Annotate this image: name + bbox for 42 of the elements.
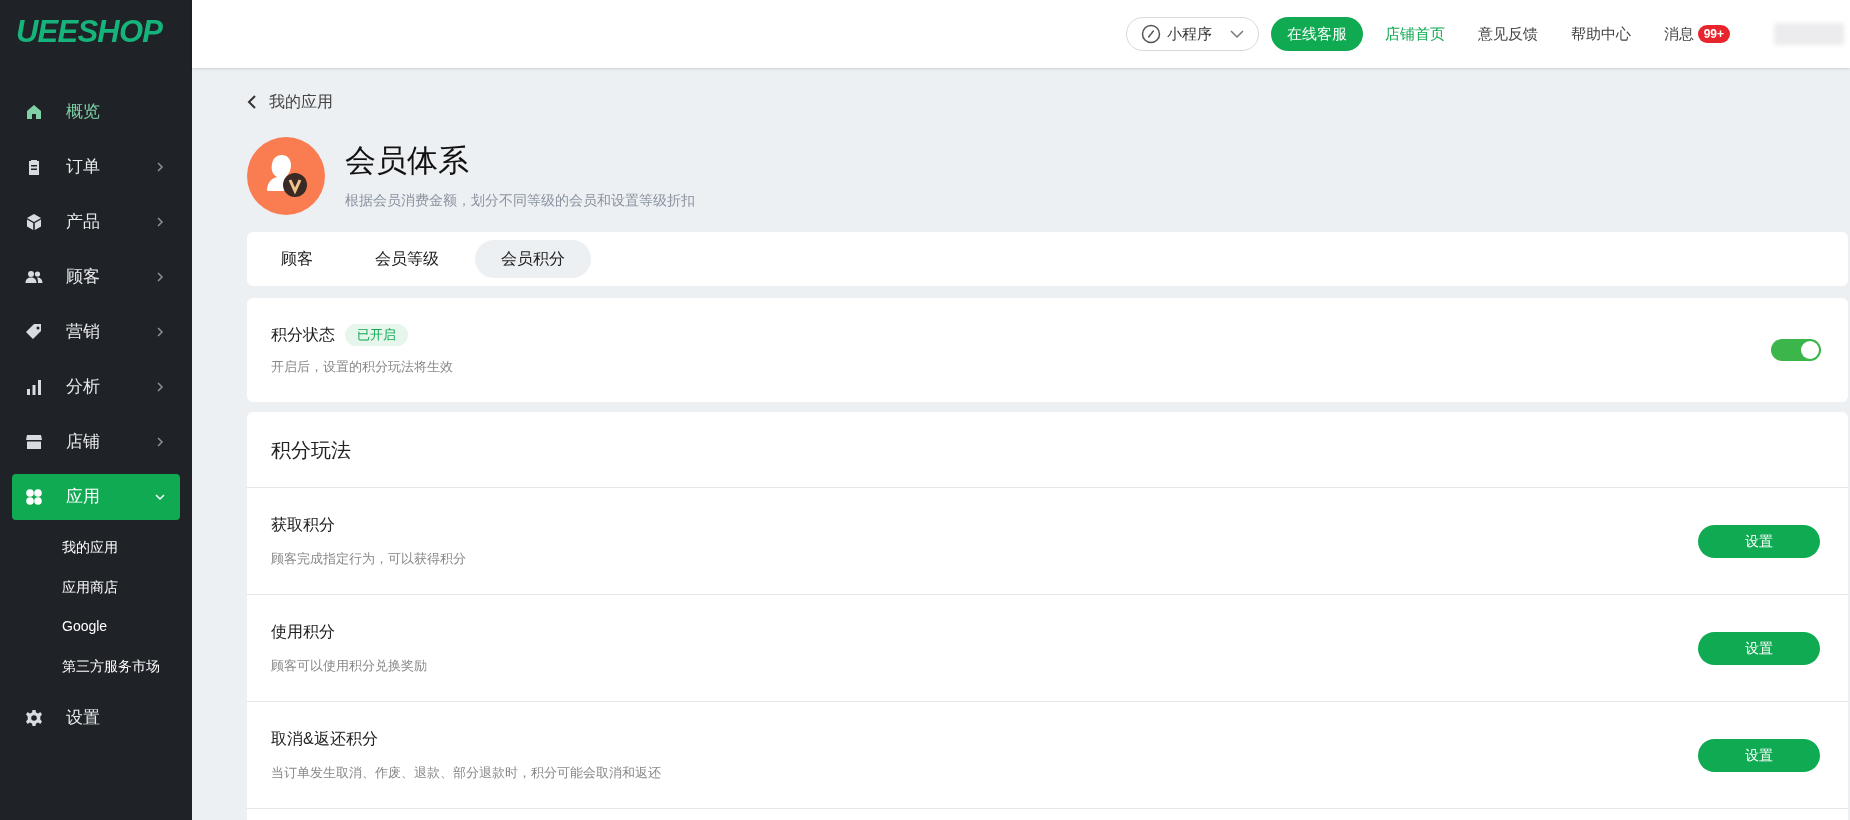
sidebar-subitem[interactable]: Google	[62, 607, 192, 647]
status-badge: 已开启	[345, 324, 408, 347]
sidebar-item[interactable]: 订单	[12, 143, 180, 190]
sidebar-item[interactable]: 概览	[12, 88, 180, 135]
rule-title: 取消&返还积分	[271, 729, 379, 750]
messages-link[interactable]: 消息	[1663, 22, 1694, 46]
top-link[interactable]: 帮助中心	[1570, 22, 1631, 46]
apps-icon	[24, 486, 44, 507]
logo[interactable]: UEESHOP	[16, 8, 163, 56]
sidebar-subitem[interactable]: 应用商店	[62, 567, 192, 607]
status-title: 积分状态	[271, 325, 335, 346]
page-subtitle: 根据会员消费金额，划分不同等级的会员和设置等级折扣	[345, 190, 695, 210]
sidebar-item[interactable]: 营销	[12, 308, 180, 355]
sidebar-subitem[interactable]: 第三方服务市场	[62, 646, 192, 686]
caret-icon	[1229, 29, 1244, 39]
member-app-icon	[247, 137, 325, 215]
rule-description: 当订单发生取消、作废、退款、部分退款时，积分可能会取消和返还	[271, 764, 661, 783]
top-link[interactable]: 意见反馈	[1477, 22, 1538, 46]
rule-title: 获取积分	[271, 515, 336, 536]
section-heading: 积分玩法	[271, 437, 351, 463]
status-description: 开启后，设置的积分玩法将生效	[271, 358, 453, 377]
message-count-badge: 99+	[1697, 25, 1730, 43]
back-icon[interactable]	[247, 95, 257, 109]
sidebar-item[interactable]: 设置	[12, 694, 180, 741]
tag-icon	[24, 321, 44, 342]
rule-title: 使用积分	[271, 622, 336, 643]
toggle-knob	[1801, 341, 1819, 359]
sidebar-subitem[interactable]: 我的应用	[62, 528, 192, 568]
sidebar-item[interactable]: 店铺	[12, 418, 180, 465]
tab[interactable]: 会员等级	[349, 240, 465, 278]
points-toggle[interactable]	[1771, 339, 1821, 361]
sidebar-item[interactable]: 顾客	[12, 253, 180, 300]
rule-description: 顾客可以使用积分兑换奖励	[271, 657, 427, 676]
settings-icon	[24, 707, 44, 728]
back-link[interactable]: 我的应用	[269, 90, 333, 114]
sidebar-item[interactable]: 分析	[12, 363, 180, 410]
page-title: 会员体系	[345, 141, 470, 180]
box-icon	[24, 211, 44, 232]
rule-description: 顾客完成指定行为，可以获得积分	[271, 550, 466, 569]
sidebar-item[interactable]: 产品	[12, 198, 180, 245]
tab[interactable]: 顾客	[255, 240, 339, 278]
tab[interactable]: 会员积分	[475, 240, 591, 278]
